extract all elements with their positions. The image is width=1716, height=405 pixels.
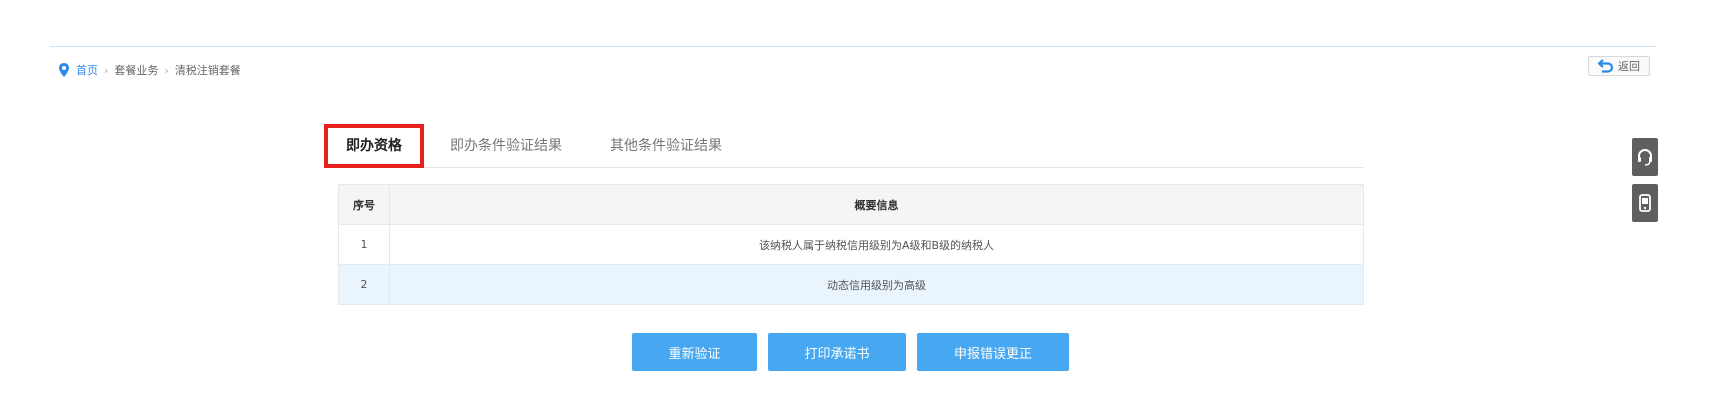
column-header-seq: 序号 xyxy=(338,184,390,225)
side-tool-service[interactable] xyxy=(1632,138,1658,176)
side-tool-phone[interactable] xyxy=(1632,184,1658,222)
table-header-row: 序号 概要信息 xyxy=(338,184,1364,225)
breadcrumb-separator: › xyxy=(164,63,169,77)
tab-bar: 即办资格 即办条件验证结果 其他条件验证结果 xyxy=(324,124,1364,168)
page: 首页 › 套餐业务 › 清税注销套餐 返回 即办资格 即办条件验证结果 其他条件… xyxy=(0,0,1716,405)
return-arrow-icon xyxy=(1598,59,1614,73)
side-toolbar xyxy=(1632,138,1658,230)
header-divider xyxy=(50,46,1656,47)
declare-correction-button[interactable]: 申报错误更正 xyxy=(917,333,1069,371)
table-cell-summary: 该纳税人属于纳税信用级别为A级和B级的纳税人 xyxy=(389,224,1364,265)
headset-icon xyxy=(1638,149,1652,166)
back-button[interactable]: 返回 xyxy=(1588,56,1650,76)
print-commitment-button[interactable]: 打印承诺书 xyxy=(768,333,906,371)
reverify-button[interactable]: 重新验证 xyxy=(632,333,757,371)
summary-table: 序号 概要信息 1 该纳税人属于纳税信用级别为A级和B级的纳税人 2 动态信用级… xyxy=(338,184,1364,305)
table-row: 1 该纳税人属于纳税信用级别为A级和B级的纳税人 xyxy=(338,224,1364,265)
phone-icon xyxy=(1639,194,1651,212)
action-buttons: 重新验证 打印承诺书 申报错误更正 xyxy=(632,333,1069,371)
column-header-summary: 概要信息 xyxy=(389,184,1364,225)
table-cell-seq: 1 xyxy=(338,224,390,265)
tab-immediate-condition-results[interactable]: 即办条件验证结果 xyxy=(428,126,584,166)
location-pin-icon xyxy=(59,63,69,77)
table-row: 2 动态信用级别为高级 xyxy=(338,264,1364,305)
tab-other-condition-results[interactable]: 其他条件验证结果 xyxy=(588,126,744,166)
breadcrumb-item-business[interactable]: 套餐业务 xyxy=(114,62,158,78)
breadcrumb: 首页 › 套餐业务 › 清税注销套餐 xyxy=(58,62,241,78)
breadcrumb-home-link[interactable]: 首页 xyxy=(76,62,98,78)
back-button-label: 返回 xyxy=(1618,60,1640,73)
breadcrumb-item-current: 清税注销套餐 xyxy=(174,64,241,77)
breadcrumb-separator: › xyxy=(104,63,109,77)
tab-immediate-eligibility[interactable]: 即办资格 xyxy=(324,124,424,168)
table-cell-seq: 2 xyxy=(338,264,390,305)
table-cell-summary: 动态信用级别为高级 xyxy=(389,264,1364,305)
